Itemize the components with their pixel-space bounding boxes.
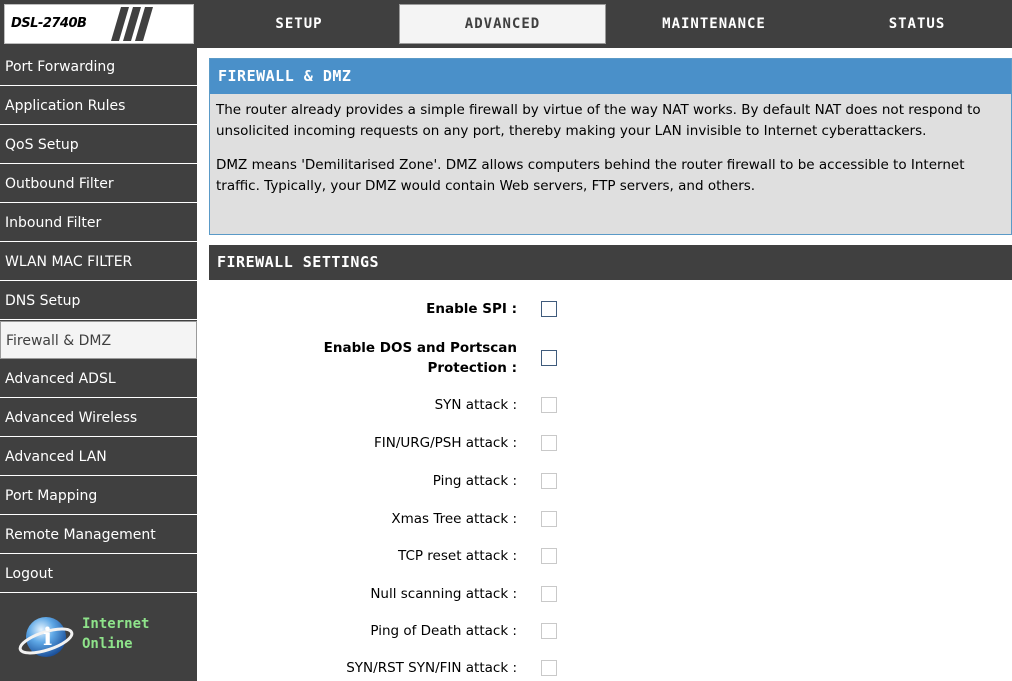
enable-dos-label-line1: Enable DOS and Portscan bbox=[323, 340, 517, 356]
xmas-tree-attack-checkbox[interactable] bbox=[541, 511, 557, 527]
intro-title: FIREWALL & DMZ bbox=[210, 59, 1011, 94]
sidebar-item-port-forwarding[interactable]: Port Forwarding bbox=[0, 48, 197, 86]
xmas-tree-attack-label: Xmas Tree attack : bbox=[391, 511, 517, 527]
main-content: FIREWALL & DMZ The router already provid… bbox=[209, 58, 1012, 676]
ping-of-death-attack-label: Ping of Death attack : bbox=[370, 623, 517, 639]
status-line-online: Online bbox=[82, 636, 133, 652]
sidebar-item-wlan-mac-filter[interactable]: WLAN MAC FILTER bbox=[0, 243, 197, 281]
sidebar-item-application-rules[interactable]: Application Rules bbox=[0, 87, 197, 125]
ping-of-death-attack-checkbox[interactable] bbox=[541, 623, 557, 639]
globe-info-icon: i bbox=[18, 617, 74, 657]
slashes-logo-icon bbox=[111, 7, 153, 41]
sidebar-item-advanced-wireless[interactable]: Advanced Wireless bbox=[0, 399, 197, 437]
sidebar-item-inbound-filter[interactable]: Inbound Filter bbox=[0, 204, 197, 242]
sidebar-item-outbound-filter[interactable]: Outbound Filter bbox=[0, 165, 197, 203]
null-scanning-attack-label: Null scanning attack : bbox=[370, 586, 517, 602]
fin-urg-psh-attack-label: FIN/URG/PSH attack : bbox=[373, 435, 517, 451]
null-scanning-attack-checkbox[interactable] bbox=[541, 586, 557, 602]
syn-rst-syn-fin-attack-label: SYN/RST SYN/FIN attack : bbox=[346, 660, 517, 676]
syn-attack-checkbox[interactable] bbox=[541, 397, 557, 413]
fin-urg-psh-attack-checkbox[interactable] bbox=[541, 435, 557, 451]
firewall-settings-title: FIREWALL SETTINGS bbox=[209, 245, 1012, 280]
brand-logo: DSL-2740B bbox=[4, 4, 194, 44]
firewall-settings-panel: FIREWALL SETTINGS Enable SPI : Enable DO… bbox=[209, 245, 1012, 676]
sidebar-item-advanced-lan[interactable]: Advanced LAN bbox=[0, 438, 197, 476]
tab-maintenance[interactable]: MAINTENANCE bbox=[607, 4, 821, 44]
syn-rst-syn-fin-attack-checkbox[interactable] bbox=[541, 660, 557, 676]
tcp-reset-attack-label: TCP reset attack : bbox=[397, 548, 517, 564]
intro-paragraph-dmz: DMZ means 'Demilitarised Zone'. DMZ allo… bbox=[216, 157, 965, 194]
sidebar: Port Forwarding Application Rules QoS Se… bbox=[0, 48, 197, 681]
ping-attack-label: Ping attack : bbox=[432, 473, 517, 489]
model-name: DSL-2740B bbox=[11, 16, 87, 31]
sidebar-item-dns-setup[interactable]: DNS Setup bbox=[0, 282, 197, 320]
syn-attack-label: SYN attack : bbox=[434, 397, 517, 413]
internet-status-text: Internet Online bbox=[82, 614, 182, 654]
tab-status[interactable]: STATUS bbox=[822, 4, 1012, 44]
tab-setup[interactable]: SETUP bbox=[200, 4, 398, 44]
sidebar-item-logout[interactable]: Logout bbox=[0, 555, 197, 593]
svg-text:i: i bbox=[43, 622, 52, 651]
intro-panel: FIREWALL & DMZ The router already provid… bbox=[209, 58, 1012, 235]
sidebar-item-remote-management[interactable]: Remote Management bbox=[0, 516, 197, 554]
sidebar-item-advanced-adsl[interactable]: Advanced ADSL bbox=[0, 360, 197, 398]
top-navigation-bar: DSL-2740B SETUP ADVANCED MAINTENANCE STA… bbox=[0, 0, 1012, 48]
sidebar-item-port-mapping[interactable]: Port Mapping bbox=[0, 477, 197, 515]
sidebar-item-firewall-dmz[interactable]: Firewall & DMZ bbox=[0, 321, 197, 359]
enable-dos-checkbox[interactable] bbox=[541, 350, 557, 366]
internet-status-box: i Internet Online bbox=[0, 596, 197, 681]
enable-dos-label-line2: Protection : bbox=[427, 360, 517, 376]
status-line-internet: Internet bbox=[82, 616, 150, 632]
intro-paragraph-nat: The router already provides a simple fir… bbox=[216, 102, 981, 139]
tcp-reset-attack-checkbox[interactable] bbox=[541, 548, 557, 564]
enable-spi-label: Enable SPI : bbox=[426, 301, 517, 317]
sidebar-item-qos-setup[interactable]: QoS Setup bbox=[0, 126, 197, 164]
ping-attack-checkbox[interactable] bbox=[541, 473, 557, 489]
tab-advanced[interactable]: ADVANCED bbox=[399, 4, 606, 44]
enable-spi-checkbox[interactable] bbox=[541, 301, 557, 317]
intro-text: The router already provides a simple fir… bbox=[210, 94, 1011, 196]
